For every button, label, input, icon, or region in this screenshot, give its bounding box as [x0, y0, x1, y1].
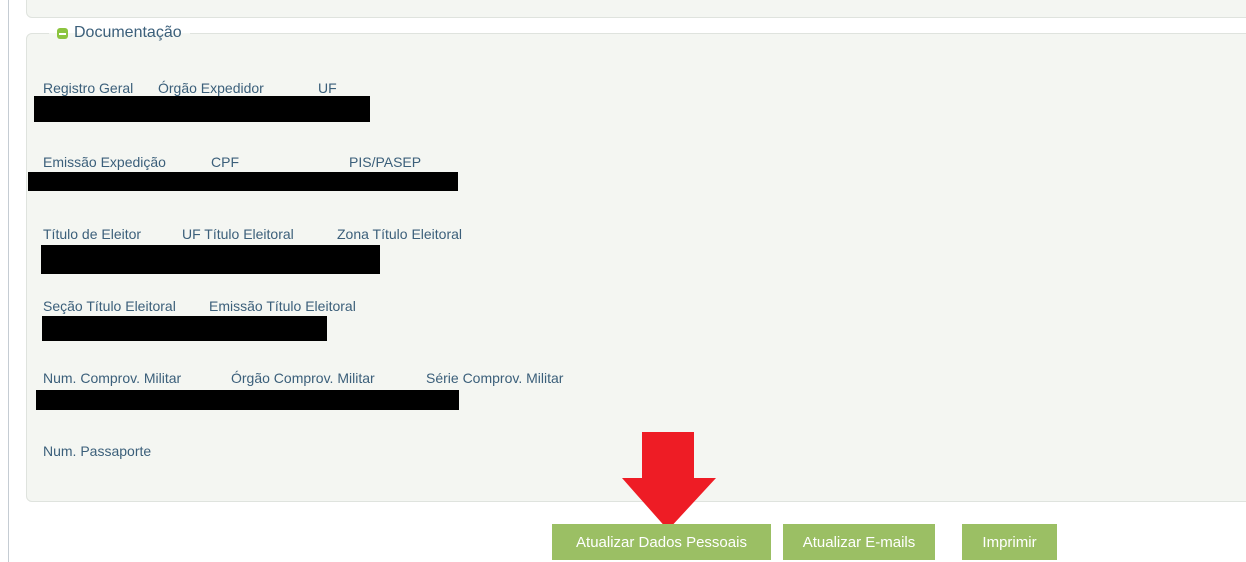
update-personal-data-button[interactable]: Atualizar Dados Pessoais [552, 524, 771, 560]
label-uf-titulo-eleitoral: UF Título Eleitoral [182, 226, 294, 242]
red-arrow-down-icon [622, 432, 716, 530]
label-emissao-titulo-eleitoral: Emissão Título Eleitoral [209, 298, 356, 314]
section-legend[interactable]: Documentação [49, 24, 190, 42]
label-zona-titulo-eleitoral: Zona Título Eleitoral [337, 226, 463, 242]
label-titulo-eleitor: Título de Eleitor [43, 226, 142, 242]
label-emissao-expedicao: Emissão Expedição [43, 154, 166, 170]
label-serie-comprov-militar: Série Comprov. Militar [426, 370, 564, 386]
redacted-secao-values [42, 316, 327, 341]
label-orgao-comprov-militar: Órgão Comprov. Militar [231, 370, 375, 386]
collapse-minus-icon[interactable] [57, 27, 68, 39]
previous-section-panel [26, 0, 1246, 18]
label-num-comprov-militar: Num. Comprov. Militar [43, 370, 182, 386]
redacted-registro-values [34, 96, 370, 122]
label-pis-pasep: PIS/PASEP [349, 154, 422, 170]
update-emails-button[interactable]: Atualizar E-mails [783, 524, 935, 560]
label-num-passaporte: Num. Passaporte [43, 443, 152, 459]
label-uf: UF [318, 80, 337, 96]
label-registro-geral: Registro Geral [43, 80, 134, 96]
redacted-titulo-values [41, 245, 380, 274]
label-cpf: CPF [211, 154, 239, 170]
print-button[interactable]: Imprimir [962, 524, 1057, 560]
redacted-militar-values [36, 390, 459, 410]
label-orgao-expedidor: Órgão Expedidor [158, 80, 264, 96]
redacted-emissao-values [28, 172, 458, 191]
section-title: Documentação [74, 24, 182, 41]
left-divider [8, 0, 9, 562]
label-secao-titulo-eleitoral: Seção Título Eleitoral [43, 298, 176, 314]
